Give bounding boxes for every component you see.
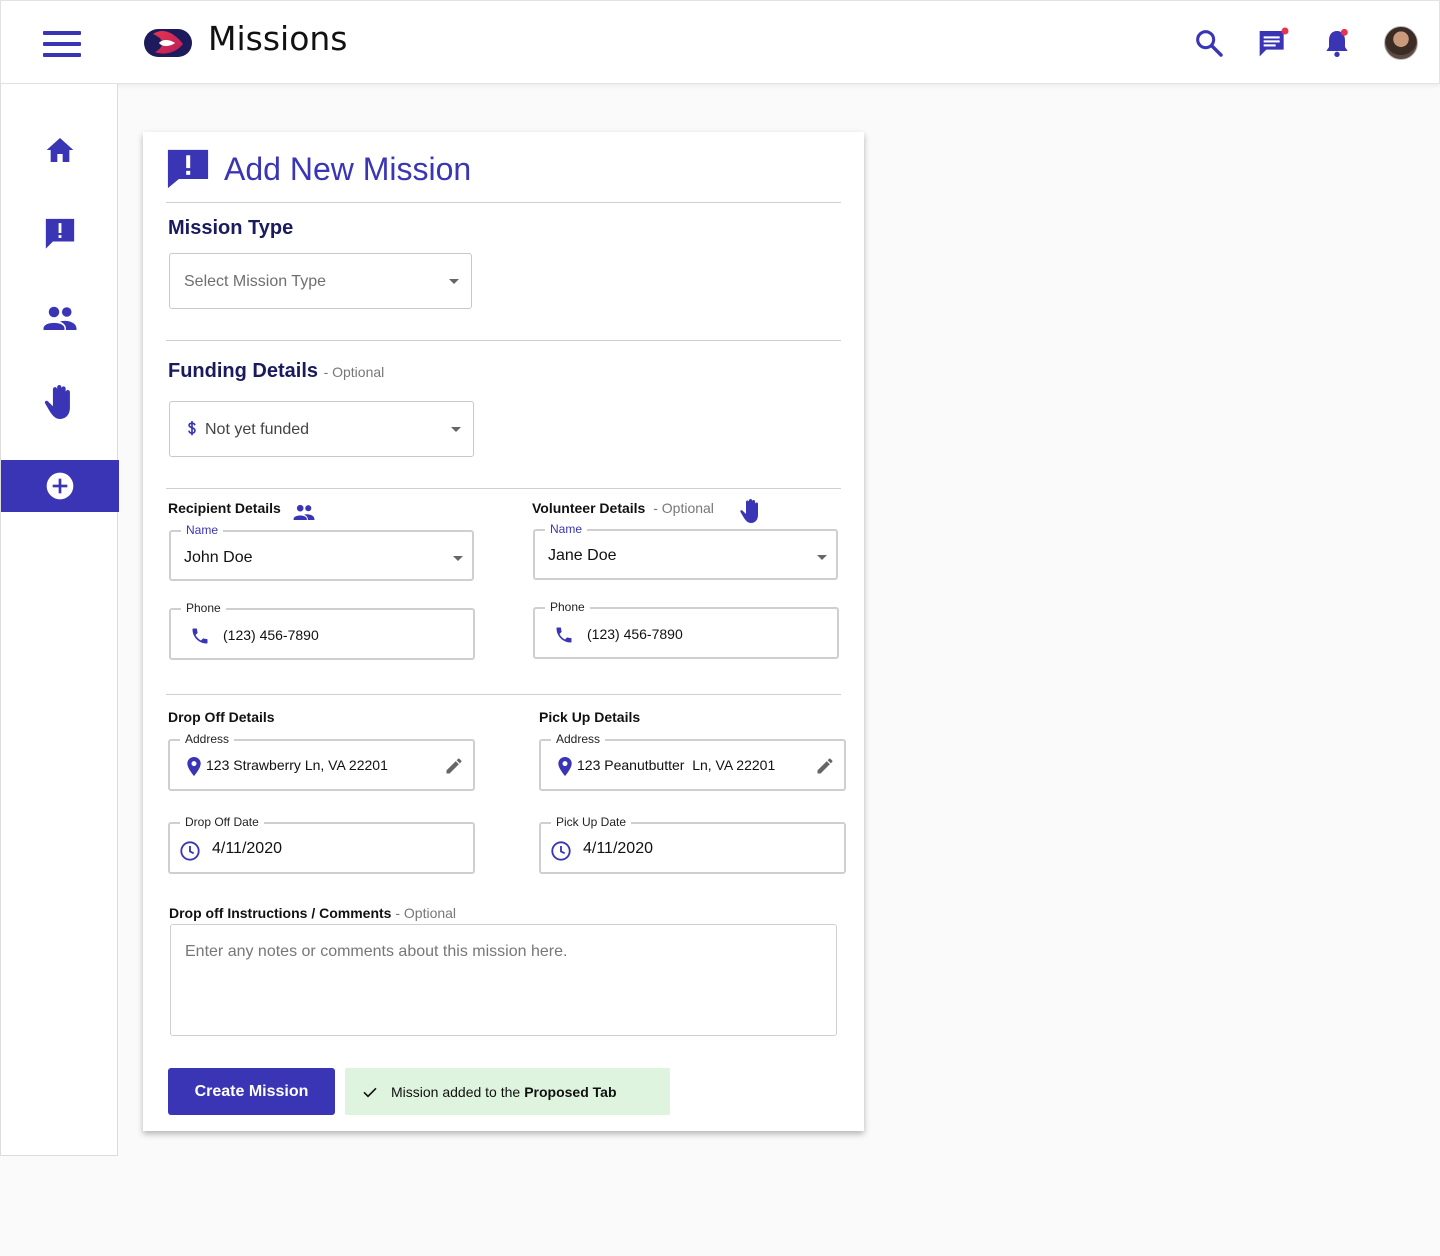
location-pin-icon: [558, 756, 572, 777]
success-toast: Mission added to the Proposed Tab: [345, 1068, 670, 1115]
optional-label: - Optional: [323, 364, 385, 380]
create-mission-button[interactable]: Create Mission: [168, 1068, 335, 1115]
clock-icon: [180, 841, 200, 861]
hand-icon: [44, 385, 70, 419]
chat-icon[interactable]: [1257, 27, 1289, 59]
chevron-down-icon: [453, 556, 463, 561]
drop-off-heading: Drop Off Details: [168, 709, 275, 725]
toast-text: Mission added to the: [391, 1083, 521, 1100]
field-label: Name: [545, 522, 588, 536]
field-label: Name: [181, 523, 224, 537]
app-logo: [144, 29, 192, 57]
recipient-name-value: John Doe: [184, 549, 253, 566]
phone-icon: [192, 628, 208, 644]
toast-bold-text: Proposed Tab: [524, 1083, 617, 1100]
volunteer-phone-value: (123) 456-7890: [587, 626, 683, 642]
location-pin-icon: [187, 756, 201, 777]
divider: [166, 488, 841, 489]
field-label: Address: [180, 732, 235, 746]
field-label: Phone: [181, 601, 226, 615]
sidebar: [0, 84, 119, 1156]
divider: [166, 340, 841, 341]
volunteer-phone-field[interactable]: Phone (123) 456-7890: [533, 600, 839, 659]
hand-icon: [740, 499, 758, 523]
mission-type-placeholder: Select Mission Type: [184, 273, 326, 290]
sidebar-item-home[interactable]: [1, 124, 119, 176]
optional-label: - Optional: [395, 905, 457, 921]
phone-icon: [556, 627, 572, 643]
field-label: Pick Up Date: [551, 815, 632, 829]
recipient-phone-value: (123) 456-7890: [223, 627, 319, 643]
pick-up-date-field[interactable]: Pick Up Date 4/11/2020: [539, 815, 846, 874]
divider: [166, 202, 841, 203]
recipient-heading: Recipient Details: [168, 500, 281, 516]
volunteer-name-value: Jane Doe: [548, 547, 617, 564]
funding-select[interactable]: Not yet funded: [169, 401, 474, 457]
sidebar-item-volunteers[interactable]: [1, 376, 119, 428]
chevron-down-icon: [451, 427, 461, 432]
notes-textarea[interactable]: [170, 924, 837, 1036]
dollar-icon: [188, 421, 196, 436]
page-title: Add New Mission: [224, 151, 472, 187]
field-label: Drop Off Date: [180, 815, 264, 829]
funding-value: Not yet funded: [205, 421, 310, 438]
bell-icon[interactable]: [1321, 27, 1353, 59]
volunteer-heading: Volunteer Details - Optional: [532, 500, 714, 516]
sidebar-item-add-mission[interactable]: [1, 460, 119, 512]
pick-up-address-value: 123 Peanutbutter Ln, VA 22201: [577, 757, 776, 773]
volunteer-name-select[interactable]: Name Jane Doe: [533, 522, 838, 580]
recipient-phone-field[interactable]: Phone (123) 456-7890: [169, 601, 475, 660]
add-circle-icon: [46, 472, 74, 500]
sidebar-item-people[interactable]: [1, 292, 119, 344]
home-icon: [46, 138, 74, 162]
mission-type-select[interactable]: Select Mission Type: [169, 253, 472, 309]
drop-off-date-value: 4/11/2020: [212, 840, 282, 857]
edit-pencil-icon[interactable]: [815, 756, 835, 776]
sidebar-item-missions[interactable]: [1, 207, 119, 259]
chevron-down-icon: [449, 279, 459, 284]
funding-heading: Funding Details - Optional: [168, 360, 385, 382]
field-label: Phone: [545, 600, 590, 614]
top-app-bar: Missions: [0, 0, 1440, 84]
optional-label: - Optional: [653, 500, 714, 516]
field-label: Address: [551, 732, 606, 746]
menu-icon[interactable]: [43, 31, 81, 57]
app-title: Missions: [208, 19, 348, 58]
recipient-name-select[interactable]: Name John Doe: [169, 523, 474, 581]
drop-off-address-field[interactable]: Address 123 Strawberry Ln, VA 22201: [168, 732, 475, 791]
check-icon: [363, 1087, 377, 1097]
people-icon: [43, 306, 77, 330]
pick-up-address-field[interactable]: Address 123 Peanutbutter Ln, VA 22201: [539, 732, 846, 791]
alert-message-icon: [45, 218, 75, 249]
edit-pencil-icon[interactable]: [444, 756, 464, 776]
pick-up-date-value: 4/11/2020: [583, 840, 653, 857]
avatar[interactable]: [1384, 26, 1418, 60]
drop-off-address-value: 123 Strawberry Ln, VA 22201: [206, 757, 388, 773]
people-icon: [293, 504, 315, 521]
drop-off-date-field[interactable]: Drop Off Date 4/11/2020: [168, 815, 475, 874]
divider: [166, 694, 841, 695]
clock-icon: [551, 841, 571, 861]
alert-message-icon: [167, 149, 209, 189]
notes-heading: Drop off Instructions / Comments - Optio…: [169, 905, 457, 921]
pick-up-heading: Pick Up Details: [539, 709, 641, 725]
mission-type-heading: Mission Type: [168, 217, 294, 239]
search-icon[interactable]: [1193, 27, 1225, 59]
chevron-down-icon: [817, 555, 827, 560]
